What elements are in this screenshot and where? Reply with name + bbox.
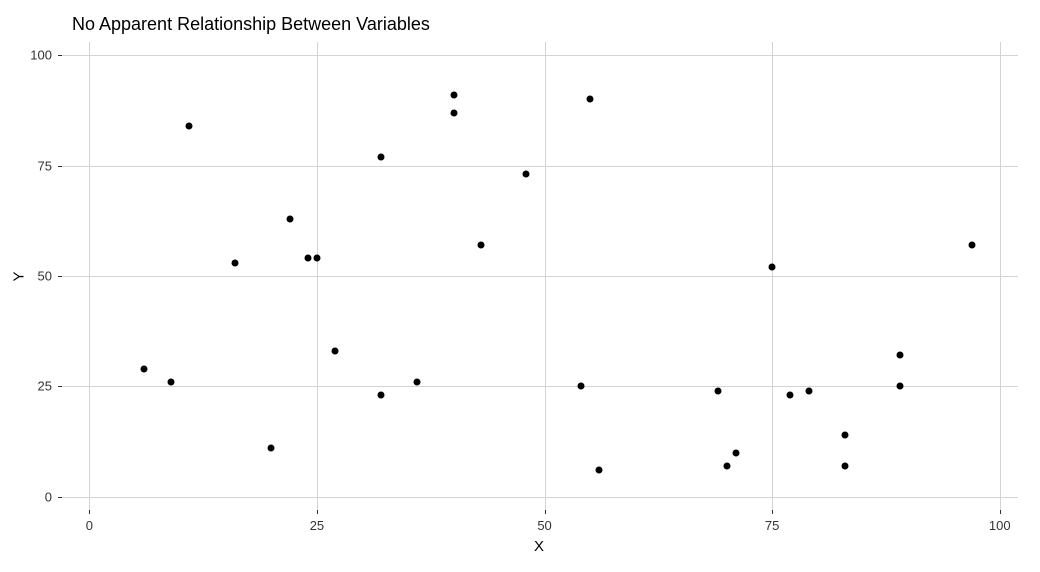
data-point xyxy=(842,462,849,469)
x-tick-mark xyxy=(545,510,546,514)
data-point xyxy=(377,153,384,160)
data-point xyxy=(732,449,739,456)
data-point xyxy=(286,215,293,222)
y-tick-mark xyxy=(58,55,62,56)
chart-title: No Apparent Relationship Between Variabl… xyxy=(72,14,430,35)
y-tick-mark xyxy=(58,497,62,498)
data-point xyxy=(587,96,594,103)
data-point xyxy=(714,387,721,394)
y-tick-mark xyxy=(58,386,62,387)
data-point xyxy=(450,109,457,116)
y-tick-label: 100 xyxy=(22,48,52,63)
data-point xyxy=(414,378,421,385)
data-point xyxy=(596,467,603,474)
y-tick-label: 50 xyxy=(22,269,52,284)
data-point xyxy=(896,383,903,390)
plot-region xyxy=(62,42,1018,510)
x-tick-label: 25 xyxy=(310,518,324,533)
data-point xyxy=(231,259,238,266)
x-tick-mark xyxy=(772,510,773,514)
gridline-v xyxy=(772,42,773,510)
x-tick-label: 100 xyxy=(989,518,1011,533)
data-point xyxy=(268,445,275,452)
x-tick-label: 50 xyxy=(537,518,551,533)
y-tick-label: 25 xyxy=(22,379,52,394)
data-point xyxy=(450,91,457,98)
data-point xyxy=(377,392,384,399)
data-point xyxy=(304,255,311,262)
gridline-v xyxy=(89,42,90,510)
data-point xyxy=(332,348,339,355)
data-point xyxy=(523,171,530,178)
y-tick-label: 0 xyxy=(22,489,52,504)
gridline-v xyxy=(545,42,546,510)
x-tick-label: 75 xyxy=(765,518,779,533)
y-tick-mark xyxy=(58,166,62,167)
y-tick-mark xyxy=(58,276,62,277)
data-point xyxy=(313,255,320,262)
x-tick-mark xyxy=(1000,510,1001,514)
data-point xyxy=(723,462,730,469)
gridline-h xyxy=(62,276,1018,277)
gridline-h xyxy=(62,386,1018,387)
data-point xyxy=(842,431,849,438)
data-point xyxy=(805,387,812,394)
data-point xyxy=(140,365,147,372)
y-tick-label: 75 xyxy=(22,158,52,173)
gridline-v xyxy=(1000,42,1001,510)
data-point xyxy=(769,264,776,271)
gridline-h xyxy=(62,166,1018,167)
gridline-h xyxy=(62,55,1018,56)
data-point xyxy=(168,378,175,385)
gridline-h xyxy=(62,497,1018,498)
data-point xyxy=(969,242,976,249)
gridline-v xyxy=(317,42,318,510)
data-point xyxy=(477,242,484,249)
x-tick-label: 0 xyxy=(86,518,93,533)
data-point xyxy=(186,122,193,129)
data-point xyxy=(577,383,584,390)
data-point xyxy=(896,352,903,359)
data-point xyxy=(787,392,794,399)
x-tick-mark xyxy=(317,510,318,514)
x-tick-mark xyxy=(89,510,90,514)
x-axis-title: X xyxy=(534,538,544,555)
